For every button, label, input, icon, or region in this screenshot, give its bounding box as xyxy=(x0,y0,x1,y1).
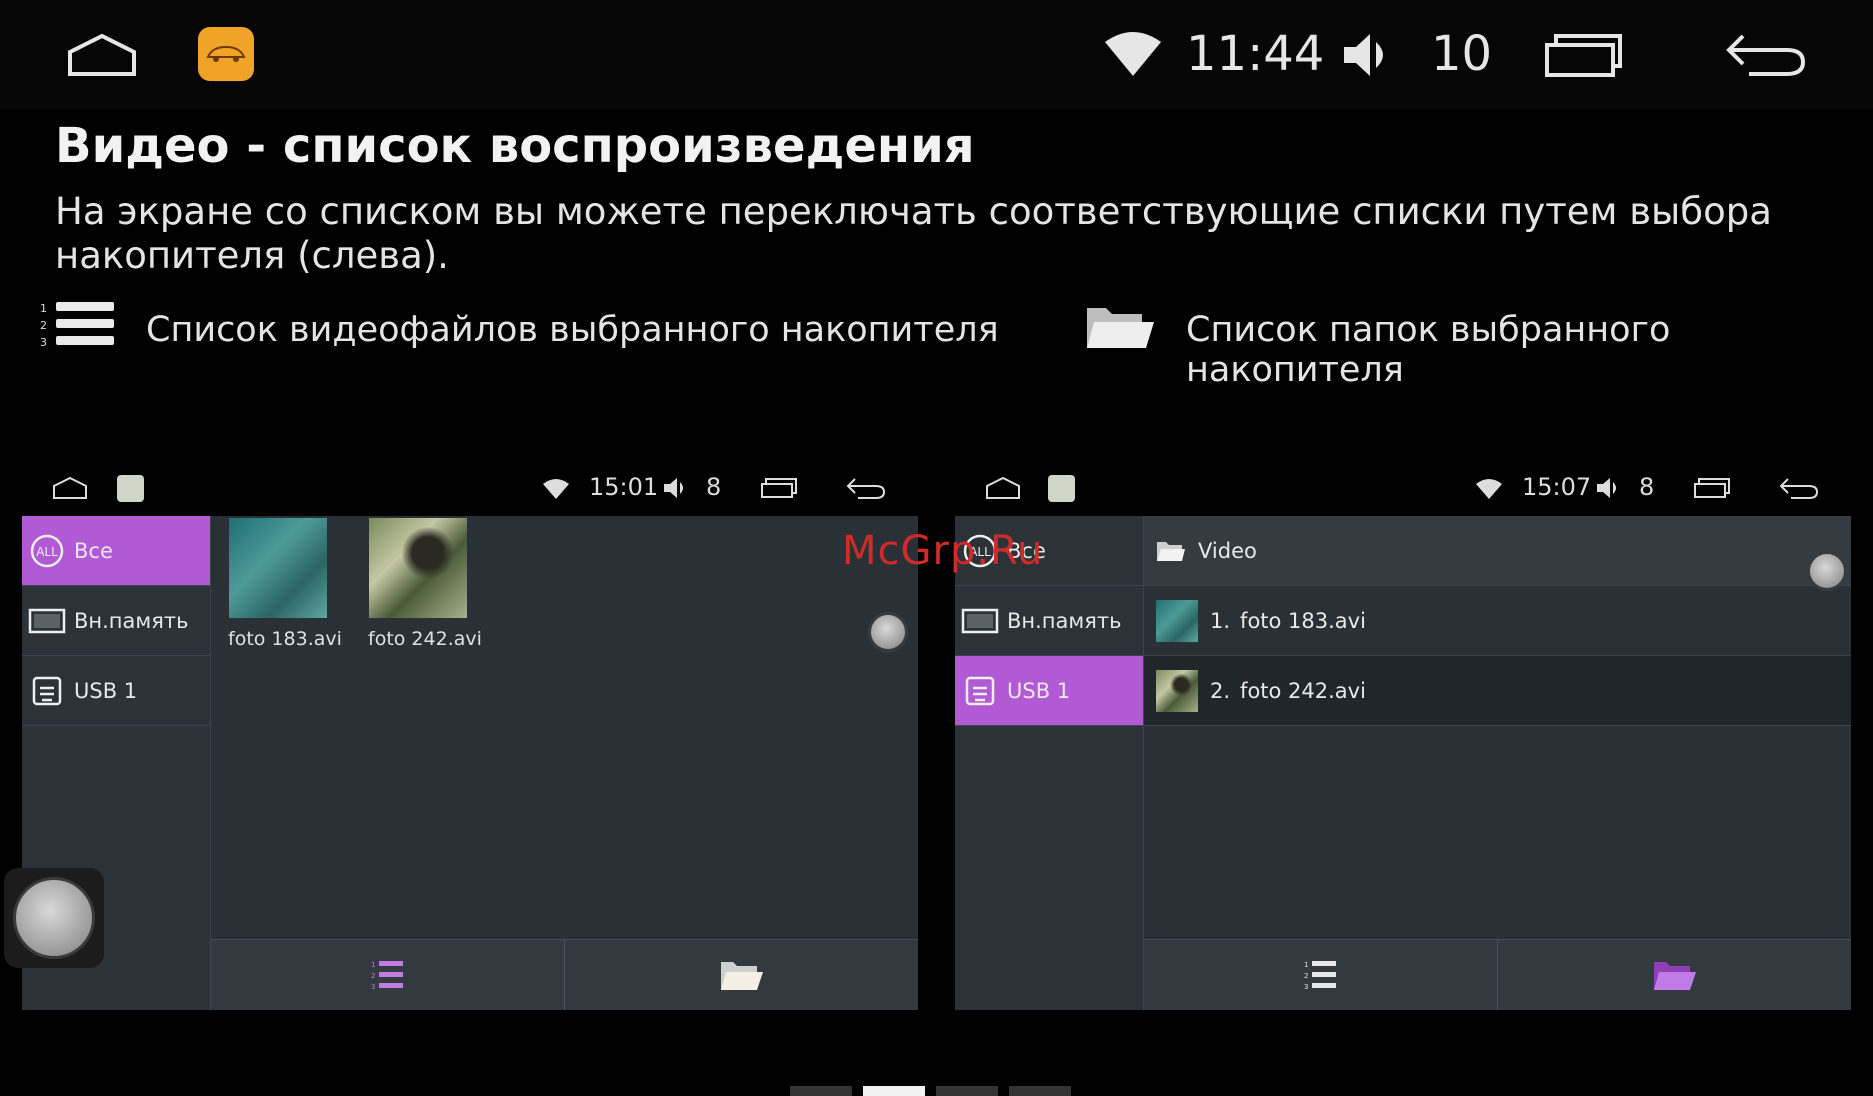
folder-view-button[interactable] xyxy=(1498,940,1851,1010)
back-icon[interactable] xyxy=(846,476,886,502)
svg-text:3: 3 xyxy=(40,336,47,349)
sidebar-item-label: USB 1 xyxy=(1007,678,1071,703)
right-volume: 8 xyxy=(1639,473,1655,501)
folder-icon xyxy=(720,962,763,990)
folder-icon xyxy=(1087,308,1154,348)
page-indicator-dot-active[interactable] xyxy=(863,1086,925,1096)
left-volume: 8 xyxy=(706,473,722,501)
folder-icon xyxy=(1653,962,1696,990)
left-screen: 15:01 8 ALL Все Вн.память USB 1 foto 183… xyxy=(22,460,918,1010)
svg-text:3: 3 xyxy=(1304,983,1308,991)
home-icon[interactable] xyxy=(52,476,88,500)
video-thumbnail xyxy=(1156,669,1198,712)
right-clock: 15:07 xyxy=(1522,473,1592,501)
wifi-icon xyxy=(1105,32,1161,76)
memory-icon xyxy=(28,602,66,640)
video-thumbnail xyxy=(1156,599,1198,642)
assist-knob xyxy=(13,877,95,959)
clock: 11:44 xyxy=(1186,26,1325,82)
app-icon[interactable] xyxy=(117,475,144,502)
page-indicator-dot[interactable] xyxy=(790,1086,852,1096)
left-clock: 15:01 xyxy=(589,473,659,501)
left-view-toolbar: 1 2 3 xyxy=(211,939,918,1010)
folder-view-button[interactable] xyxy=(565,940,918,1010)
numbered-list-icon: 1 2 3 xyxy=(1304,961,1336,991)
page-indicator-dot[interactable] xyxy=(936,1086,998,1096)
volume-icon[interactable] xyxy=(1595,476,1623,500)
home-icon[interactable] xyxy=(985,476,1021,500)
wifi-icon xyxy=(1476,479,1502,499)
svg-text:1: 1 xyxy=(371,961,375,969)
volume-level: 10 xyxy=(1431,26,1493,82)
numbered-list-icon: 1 2 3 xyxy=(40,302,114,349)
back-icon[interactable] xyxy=(1779,476,1819,502)
svg-text:2: 2 xyxy=(1304,972,1308,980)
right-status-bar: 15:07 8 xyxy=(955,460,1851,516)
watermark: McGrp.Ru xyxy=(842,528,1044,574)
scroll-handle[interactable] xyxy=(868,612,908,652)
sidebar-item-internal-memory[interactable]: Вн.память xyxy=(22,586,210,656)
page-indicator-dot[interactable] xyxy=(1009,1086,1071,1096)
page-title: Видео - список воспроизведения xyxy=(55,118,975,174)
recent-apps-icon[interactable] xyxy=(1544,32,1624,78)
folder-name: Video xyxy=(1198,538,1257,563)
file-name: foto 183.avi xyxy=(1240,608,1366,633)
sidebar-item-internal-memory[interactable]: Вн.память xyxy=(955,586,1143,656)
usb-icon xyxy=(961,672,999,710)
file-name: foto 242.avi xyxy=(1240,678,1366,703)
list-item[interactable]: 1. foto 183.avi xyxy=(1144,586,1851,656)
volume-icon[interactable] xyxy=(1340,30,1398,80)
svg-text:2: 2 xyxy=(40,319,47,332)
item-index: 2. xyxy=(1210,678,1231,703)
sidebar-item-all[interactable]: ALL Все xyxy=(22,516,210,586)
right-file-list: Video 1. foto 183.avi 2. foto 242.avi 1 2… xyxy=(1144,516,1851,1010)
scroll-handle[interactable] xyxy=(1807,551,1847,591)
volume-icon[interactable] xyxy=(662,476,690,500)
all-icon: ALL xyxy=(28,532,66,570)
usb-icon xyxy=(28,672,66,710)
numbered-list-icon: 1 2 3 xyxy=(371,961,403,991)
list-view-button[interactable]: 1 2 3 xyxy=(1144,940,1498,1010)
svg-text:ALL: ALL xyxy=(36,545,58,559)
video-thumbnail[interactable] xyxy=(369,518,467,618)
sidebar-item-usb[interactable]: USB 1 xyxy=(955,656,1143,726)
svg-text:1: 1 xyxy=(40,302,47,315)
sidebar-item-label: Вн.память xyxy=(1007,608,1122,633)
svg-text:3: 3 xyxy=(371,983,375,991)
file-name: foto 183.avi xyxy=(228,628,342,650)
folder-row[interactable]: Video xyxy=(1144,516,1851,586)
item-index: 1. xyxy=(1210,608,1231,633)
left-file-grid: foto 183.avi foto 242.avi 1 2 3 xyxy=(211,516,918,1010)
file-name: foto 242.avi xyxy=(368,628,482,650)
folder-icon xyxy=(1157,541,1185,561)
legend-folder-label: Список папок выбранного накопителя xyxy=(1186,310,1671,390)
svg-text:2: 2 xyxy=(371,972,375,980)
sidebar-item-label: Вн.память xyxy=(74,608,189,633)
recent-apps-icon[interactable] xyxy=(1693,477,1731,499)
home-icon[interactable] xyxy=(66,32,138,78)
right-view-toolbar: 1 2 3 xyxy=(1144,939,1851,1010)
right-screen: 15:07 8 ALL Все Вн.память USB 1 Video 1.… xyxy=(955,460,1851,1010)
list-view-button[interactable]: 1 2 3 xyxy=(211,940,565,1010)
app-icon[interactable] xyxy=(198,27,254,81)
left-status-bar: 15:01 8 xyxy=(22,460,918,516)
legend-list-label: Список видеофайлов выбранного накопителя xyxy=(146,310,999,350)
list-item[interactable]: 2. foto 242.avi xyxy=(1144,656,1851,726)
back-icon[interactable] xyxy=(1725,30,1807,80)
recent-apps-icon[interactable] xyxy=(760,477,798,499)
app-icon[interactable] xyxy=(1048,475,1075,502)
page-description: На экране со списком вы можете переключа… xyxy=(55,190,1772,277)
video-thumbnail[interactable] xyxy=(229,518,327,618)
right-sidebar: ALL Все Вн.память USB 1 xyxy=(955,516,1144,1010)
svg-text:1: 1 xyxy=(1304,961,1308,969)
sidebar-item-usb[interactable]: USB 1 xyxy=(22,656,210,726)
wifi-icon xyxy=(543,479,569,499)
status-bar: 11:44 10 xyxy=(0,0,1873,110)
sidebar-item-label: Все xyxy=(74,538,113,563)
sidebar-item-label: USB 1 xyxy=(74,678,138,703)
memory-icon xyxy=(961,602,999,640)
floating-assist-button[interactable] xyxy=(4,868,104,968)
